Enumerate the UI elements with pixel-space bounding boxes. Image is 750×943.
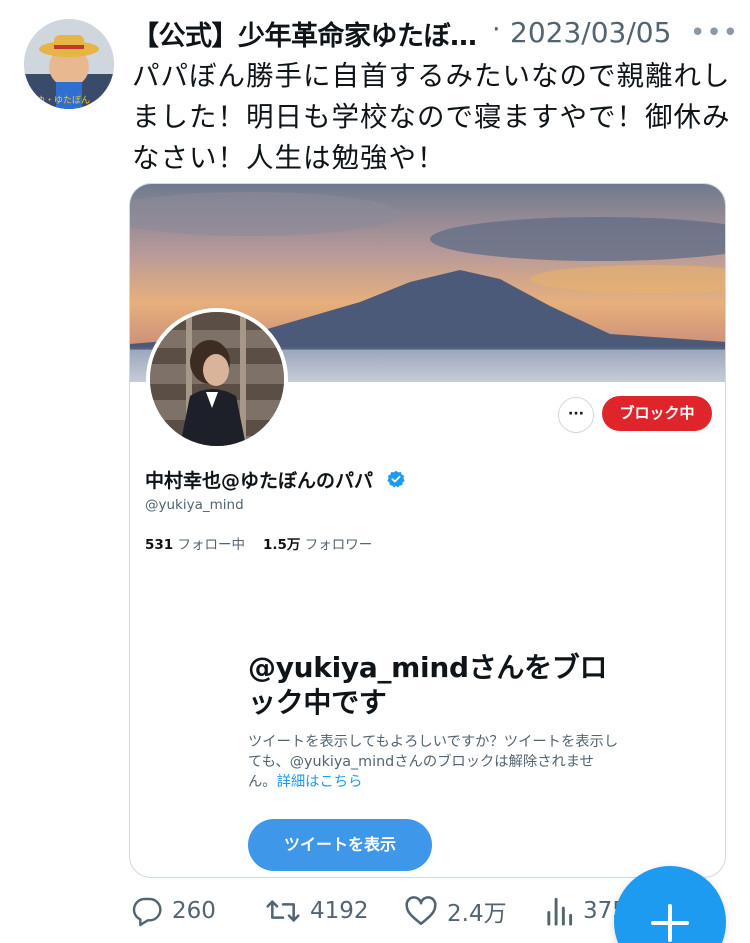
profile-avatar[interactable] bbox=[146, 308, 288, 450]
profile-stats: 531 フォロー中 1.5万 フォロワー bbox=[145, 533, 372, 553]
heart-icon bbox=[405, 896, 437, 926]
reply-count: 260 bbox=[172, 898, 216, 924]
retweet-icon bbox=[266, 900, 300, 922]
profile-handle: @yukiya_mind bbox=[145, 497, 244, 513]
author-name[interactable]: 【公式】少年革命家ゆたぼ… bbox=[132, 14, 477, 53]
following-label: フォロー中 bbox=[177, 537, 245, 553]
svg-text:ゆ・ゆたぼん: ゆ・ゆたぼん bbox=[36, 95, 90, 106]
like-action[interactable]: 2.4万 bbox=[404, 893, 507, 929]
verified-badge-icon bbox=[387, 470, 405, 488]
profile-more-button[interactable]: ··· bbox=[558, 397, 594, 433]
profile-avatar-image bbox=[150, 312, 284, 446]
followers-stat[interactable]: 1.5万 フォロワー bbox=[263, 537, 372, 553]
date-separator: · bbox=[492, 14, 501, 45]
blocked-notice-title: @yukiya_mindさんをブロック中です bbox=[248, 651, 608, 719]
followers-label: フォロワー bbox=[304, 537, 373, 553]
profile-name[interactable]: 中村幸也@ゆたぼんのパパ bbox=[145, 466, 373, 493]
blocked-notice-description: ツイートを表示してもよろしいですか？ツイートを表示しても、@yukiya_min… bbox=[248, 732, 620, 792]
followers-count: 1.5万 bbox=[262, 537, 301, 553]
following-count: 531 bbox=[145, 537, 174, 553]
show-tweets-button[interactable]: ツイートを表示 bbox=[248, 819, 432, 871]
more-options-icon[interactable]: ••• bbox=[690, 18, 739, 48]
embedded-profile-card: ··· ブロック中 中村幸也@ゆたぼんのパパ @yukiya_mind 531 … bbox=[129, 183, 726, 878]
plus-icon bbox=[651, 904, 689, 942]
tweet-text: パパぼん勝手に自首するみたいなので親離れしました！明日も学校なので寝ますやで！御… bbox=[132, 60, 731, 174]
bar-chart-icon bbox=[547, 897, 573, 926]
post-date[interactable]: 2023/03/05 bbox=[510, 16, 671, 49]
retweet-action[interactable]: 4192 bbox=[265, 893, 369, 929]
details-link[interactable]: 詳細はこちら bbox=[277, 774, 363, 790]
like-count: 2.4万 bbox=[447, 901, 507, 927]
author-avatar[interactable]: ゆ・ゆたぼん bbox=[24, 19, 114, 109]
reply-action[interactable]: 260 bbox=[131, 893, 216, 929]
blocking-button[interactable]: ブロック中 bbox=[602, 396, 712, 431]
retweet-count: 4192 bbox=[310, 898, 369, 924]
following-stat[interactable]: 531 フォロー中 bbox=[145, 537, 245, 553]
speech-bubble-icon bbox=[132, 897, 162, 927]
author-avatar-image: ゆ・ゆたぼん bbox=[24, 19, 114, 109]
